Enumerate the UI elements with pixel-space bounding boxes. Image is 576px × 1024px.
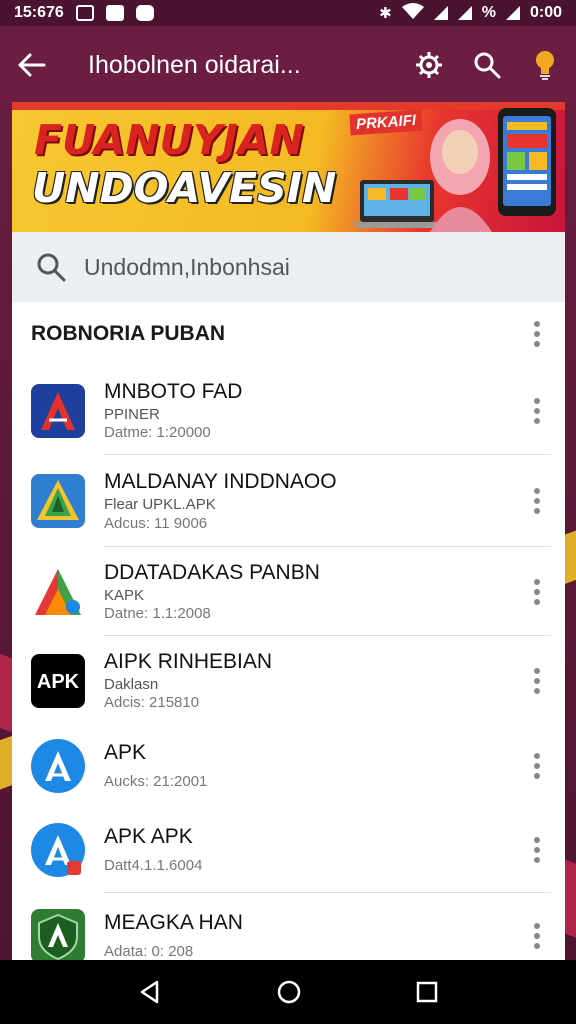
banner-title-line1: FUANUYJAN — [34, 116, 304, 164]
content-card: FUANUYJAN UNDOAVESIN PRKAIFI Undodmn,Inb… — [12, 102, 565, 960]
item-meta: Adata: 0: 208 — [104, 943, 194, 960]
signal-icon-3 — [505, 6, 520, 20]
item-subtitle: Daklasn — [104, 675, 159, 693]
wifi-icon — [401, 2, 424, 24]
item-meta: Datne: 1.1:2008 — [104, 605, 211, 623]
banner-title-line2: UNDOAVESIN — [32, 164, 337, 212]
item-subtitle: Flear UPKL.APK — [104, 496, 216, 514]
item-more-button[interactable] — [527, 488, 547, 514]
item-title: MNBOTO FAD — [104, 379, 243, 403]
search-bar[interactable]: Undodmn,Inbonhsai — [12, 232, 565, 302]
settings-button[interactable] — [412, 48, 446, 82]
settings-icon — [416, 52, 442, 78]
item-more-button[interactable] — [527, 923, 547, 949]
item-meta: Datt4.1.1.6004 — [104, 857, 203, 875]
item-meta: Datme: 1:20000 — [104, 424, 211, 442]
section-header: ROBNORIA PUBAN — [12, 302, 565, 366]
blue-a-badge-icon — [31, 823, 85, 877]
item-subtitle: KAPK — [104, 586, 145, 604]
item-more-button[interactable] — [527, 397, 547, 424]
signal-icon — [433, 6, 448, 20]
item-more-button[interactable] — [527, 578, 547, 605]
battery-icon: % — [481, 4, 496, 21]
list-item[interactable]: APK Aucks: 21:2001 — [12, 725, 565, 807]
nav-home-icon[interactable] — [276, 979, 302, 1005]
apk-icon: APK — [31, 653, 85, 708]
item-meta: Adcis: 215810 — [104, 694, 200, 712]
item-title: MALDANAY INDDNAOO — [104, 470, 337, 494]
shield-notification-icon — [135, 5, 154, 21]
section-more-button[interactable] — [527, 321, 547, 347]
search-icon — [37, 253, 66, 282]
blue-a-icon — [31, 739, 85, 793]
search-input[interactable]: Undodmn,Inbonhsai — [84, 254, 290, 281]
lightbulb-button[interactable] — [528, 48, 562, 82]
status-right-time: 0:00 — [529, 4, 562, 21]
red-a-icon — [31, 383, 85, 438]
status-time: 15:676 — [14, 4, 64, 21]
lightbulb-icon — [536, 51, 554, 80]
search-button[interactable] — [470, 48, 504, 82]
item-title: APK APK — [104, 825, 193, 849]
green-shield-icon — [31, 909, 85, 960]
page-title: Ihobolnen oidarai... — [88, 50, 301, 79]
item-more-button[interactable] — [527, 753, 547, 779]
nav-recents-icon[interactable] — [415, 980, 439, 1004]
list-item[interactable]: APK APK Datt4.1.1.6004 — [12, 807, 565, 893]
app-list: MNBOTO FAD PPINER Datme: 1:20000 MALDANA… — [12, 366, 565, 960]
item-title: APK — [104, 741, 147, 765]
multicolor-a-icon — [31, 564, 85, 619]
item-meta: Aucks: 21:2001 — [104, 773, 208, 791]
signal-icon-2 — [457, 6, 472, 20]
bluetooth-icon: ✱ — [379, 5, 392, 22]
svg-text:APK: APK — [37, 671, 80, 693]
item-title: DDATADAKAS PANBN — [104, 560, 320, 584]
back-button[interactable] — [14, 47, 50, 83]
item-title: MEAGKA HAN — [104, 911, 243, 935]
list-item[interactable]: MNBOTO FAD PPINER Datme: 1:20000 — [12, 366, 565, 455]
item-subtitle: PPINER — [104, 405, 160, 423]
item-more-button[interactable] — [527, 667, 547, 694]
item-meta: Adcus: 11 9006 — [104, 514, 208, 532]
app-bar: Ihobolnen oidarai... — [0, 26, 576, 104]
item-more-button[interactable] — [527, 837, 547, 863]
nav-back-icon[interactable] — [137, 979, 163, 1005]
banner-illustration — [352, 108, 556, 232]
search-icon — [474, 52, 501, 79]
item-title: AIPK RINHEBIAN — [104, 649, 273, 673]
image-notification-icon — [75, 5, 94, 21]
back-arrow-icon — [18, 53, 46, 77]
list-item[interactable]: APK AIPK RINHEBIAN Daklasn Adcis: 215810 — [12, 636, 565, 725]
list-item[interactable]: DDATADAKAS PANBN KAPK Datne: 1.1:2008 — [12, 547, 565, 636]
list-item[interactable]: MALDANAY INDDNAOO Flear UPKL.APK Adcus: … — [12, 455, 565, 547]
status-bar: 15:676 ✱ % 0:00 — [0, 0, 576, 26]
list-item[interactable]: MEAGKA HAN Adata: 0: 208 — [12, 893, 565, 960]
promo-banner[interactable]: FUANUYJAN UNDOAVESIN PRKAIFI — [12, 102, 565, 232]
section-title: ROBNORIA PUBAN — [31, 322, 226, 345]
app-notification-icon — [105, 5, 124, 21]
green-triangle-icon — [31, 474, 85, 528]
system-nav-bar — [0, 960, 576, 1024]
